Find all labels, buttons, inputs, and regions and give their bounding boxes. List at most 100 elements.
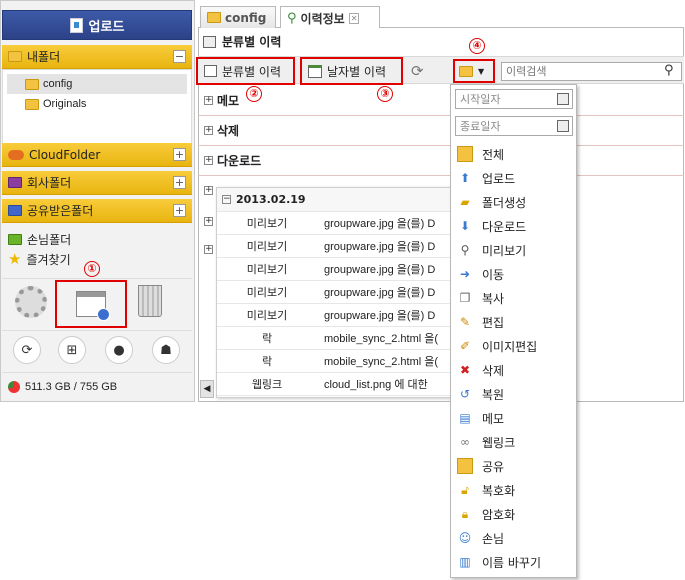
upload-button[interactable]: 업로드 [2, 10, 192, 40]
folder-icon [207, 12, 221, 23]
folder-icon [457, 146, 473, 162]
tab-config[interactable]: config [200, 6, 276, 28]
rename-icon: ▥ [459, 555, 471, 569]
tab-history[interactable]: ⚲ 이력정보 ✕ [280, 6, 380, 29]
expand-button[interactable]: + [173, 148, 186, 161]
tree-item-originals[interactable]: Originals [25, 95, 86, 113]
filter-dropdown-button[interactable]: ▼ [453, 59, 495, 83]
search-icon[interactable]: ⚲ [664, 63, 674, 78]
toolbar: 분류별 이력 날자별 이력 ⟳ ▼ ⚲ [196, 56, 684, 85]
shared-folder-icon [8, 205, 22, 216]
menu-item-upload[interactable]: ⬆ 업로드 [457, 167, 515, 189]
company-folder-header[interactable]: 회사폴더 + [2, 171, 192, 195]
table-row[interactable]: 미리보기 groupware.jpg 을(를) D [217, 258, 452, 281]
history-button[interactable] [55, 280, 127, 328]
folder-icon [8, 234, 22, 245]
move-icon: ➜ [459, 267, 471, 281]
menu-item-delete[interactable]: ✖ 삭제 [457, 359, 504, 381]
cloud-folder-header[interactable]: CloudFolder + [2, 143, 192, 167]
expand-icon[interactable]: + [204, 186, 213, 195]
sync-icon[interactable]: ⟳ [13, 336, 41, 364]
close-icon[interactable]: ✕ [348, 12, 360, 24]
search-input[interactable] [501, 62, 682, 81]
upload-label: 업로드 [88, 19, 125, 35]
guest-icon: ☺ [458, 531, 472, 545]
share-icon [457, 458, 473, 474]
calendar-icon[interactable] [557, 93, 569, 105]
category-history-button[interactable]: 분류별 이력 [196, 57, 295, 85]
date-history-panel: − 2013.02.19 미리보기 groupware.jpg 을(를) D 미리… [216, 187, 453, 398]
menu-item-decrypt[interactable]: 🔓︎ 복호화 [457, 479, 515, 501]
menu-item-guest[interactable]: ☺ 손님 [457, 527, 504, 549]
my-folder-header[interactable]: 내폴더 − [2, 45, 192, 69]
chevron-down-icon: ▼ [478, 66, 485, 76]
menu-item-rename[interactable]: ▥ 이름 바꾸기 [457, 551, 541, 573]
table-row[interactable]: 락 mobile_sync_2.html 을( [217, 327, 452, 350]
memo-icon: ▤ [459, 411, 471, 425]
favorites[interactable]: ★ 즐겨찾기 [8, 250, 71, 268]
delete-icon: ✖ [459, 363, 471, 377]
menu-item-all[interactable]: 전체 [457, 143, 504, 165]
copy-icon: ❐ [459, 291, 471, 305]
category-delete[interactable]: + 삭제 [198, 116, 684, 146]
menu-item-image-edit[interactable]: ✐ 이미지편집 [457, 335, 537, 357]
start-date-field[interactable]: 시작일자 [455, 89, 573, 109]
menu-item-encrypt[interactable]: 🔒︎ 암호화 [457, 503, 515, 525]
folder-tree: config Originals [2, 69, 192, 146]
trash-icon[interactable] [138, 285, 162, 317]
table-row[interactable]: 락 mobile_sync_2.html 을( [217, 350, 452, 373]
refresh-icon: ⟳ [411, 62, 424, 80]
menu-item-preview[interactable]: ⚲ 미리보기 [457, 239, 527, 261]
android-icon[interactable]: ☗ [152, 336, 180, 364]
menu-item-memo[interactable]: ▤ 메모 [457, 407, 504, 429]
menu-item-restore[interactable]: ↺ 복원 [457, 383, 504, 405]
shared-folder-header[interactable]: 공유받은폴더 + [2, 199, 192, 223]
scroll-left-button[interactable]: ◀ [200, 380, 214, 398]
preview-icon: ⚲ [460, 243, 470, 257]
category-history-icon [203, 35, 216, 48]
my-folder-label: 내폴더 [27, 50, 61, 64]
expand-icon[interactable]: + [204, 126, 213, 135]
table-row[interactable]: 미리보기 groupware.jpg 을(를) D [217, 235, 452, 258]
star-icon: ★ [8, 250, 22, 268]
settings-icon[interactable] [15, 286, 47, 318]
windows-icon[interactable]: ⊞ [58, 336, 86, 364]
expand-icon[interactable]: + [204, 217, 213, 226]
expand-icon[interactable]: + [204, 156, 213, 165]
menu-item-download[interactable]: ⬇ 다운로드 [457, 215, 526, 237]
collapse-button[interactable]: − [173, 50, 186, 63]
menu-item-weblink[interactable]: ∞ 웹링크 [457, 431, 515, 453]
folder-icon [25, 98, 39, 110]
expand-button[interactable]: + [173, 204, 186, 217]
expand-icon[interactable]: + [204, 96, 213, 105]
category-download[interactable]: + 다운로드 [198, 146, 684, 176]
table-row[interactable]: 웹링크 cloud_list.png 에 대한 [217, 373, 452, 396]
upload-icon [69, 17, 83, 33]
expand-icon[interactable]: + [204, 245, 213, 254]
table-row[interactable]: 미리보기 groupware.jpg 을(를) D [217, 281, 452, 304]
end-date-field[interactable]: 종료일자 [455, 116, 573, 136]
calendar-icon[interactable] [557, 120, 569, 132]
menu-item-move[interactable]: ➜ 이동 [457, 263, 504, 285]
restore-icon: ↺ [459, 387, 471, 401]
category-memo[interactable]: + 메모 [198, 86, 684, 116]
expand-button[interactable]: + [173, 176, 186, 189]
folder-icon [8, 51, 22, 62]
date-group-header[interactable]: − 2013.02.19 [217, 188, 452, 212]
menu-item-create-folder[interactable]: ▰ 폴더생성 [457, 191, 526, 213]
menu-item-edit[interactable]: ✎ 편집 [457, 311, 504, 333]
date-history-button[interactable]: 날자별 이력 [300, 57, 403, 85]
guest-folder[interactable]: 손님폴더 [8, 231, 71, 248]
calendar-icon [308, 64, 322, 78]
menu-item-share[interactable]: 공유 [457, 455, 504, 477]
collapse-icon[interactable]: − [222, 195, 231, 204]
table-row[interactable]: 미리보기 groupware.jpg 을(를) D [217, 212, 452, 235]
menu-item-copy[interactable]: ❐ 복사 [457, 287, 504, 309]
folder-icon [459, 65, 473, 77]
refresh-button[interactable]: ⟳ [405, 57, 430, 85]
table-row[interactable]: 미리보기 groupware.jpg 을(를) D [217, 304, 452, 327]
new-folder-icon: ▰ [460, 195, 470, 209]
apple-icon[interactable]: ● [105, 336, 133, 364]
tree-item-config[interactable]: config [25, 75, 72, 93]
edit-icon: ✎ [459, 315, 471, 329]
